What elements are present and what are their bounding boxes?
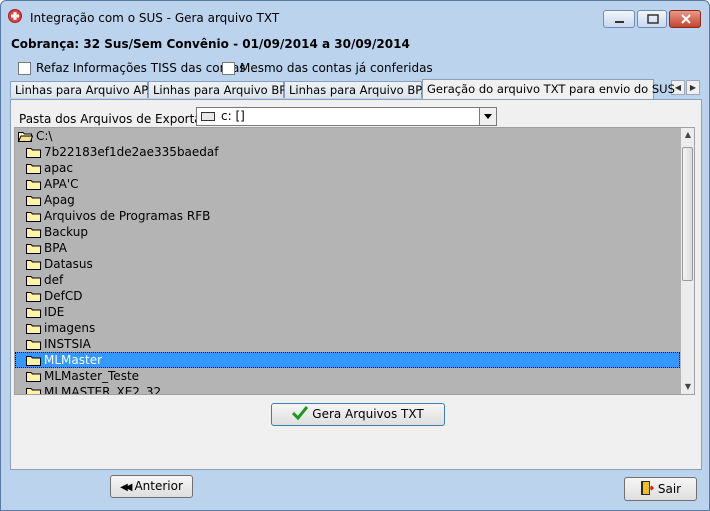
folder-icon <box>26 308 41 318</box>
tree-root-label: C:\ <box>36 129 53 143</box>
anterior-label: Anterior <box>134 479 183 493</box>
scroll-thumb[interactable] <box>682 147 693 281</box>
arrow-right-icon: ▶ <box>689 83 697 92</box>
tree-folder-item[interactable]: APA'C <box>15 176 680 192</box>
folder-icon <box>26 276 41 286</box>
close-button[interactable] <box>669 10 701 28</box>
drive-icon <box>201 112 215 121</box>
folder-icon <box>26 244 41 254</box>
tree-folder-item[interactable]: Arquivos de Programas RFB <box>15 208 680 224</box>
mesmo-contas-checkbox[interactable]: Mesmo das contas já conferidas <box>222 61 433 75</box>
tree-folder-item[interactable]: def <box>15 272 680 288</box>
tree-folder-item[interactable]: imagens <box>15 320 680 336</box>
tree-folder-label: MLMASTER_XE2_32 <box>44 385 162 395</box>
tree-folder-item[interactable]: MLMASTER_XE2_32 <box>15 384 680 395</box>
tab-scroll-right-button[interactable]: ▶ <box>686 80 700 95</box>
tree-folder-item[interactable]: 7b22183ef1de2ae335baedaf <box>15 144 680 160</box>
drive-value: c: [] <box>221 109 245 123</box>
double-left-arrow-icon: ◀◀ <box>120 482 133 493</box>
folder-icon <box>26 164 41 174</box>
folder-icon <box>26 292 41 302</box>
checkbox-label: Mesmo das contas já conferidas <box>240 61 433 75</box>
tab-bpa-c[interactable]: Linhas para Arquivo BPA-C <box>284 81 441 98</box>
scroll-down-icon[interactable]: ▼ <box>681 380 694 394</box>
tab-bpa-i[interactable]: Linhas para Arquivo BPA-I <box>148 81 301 98</box>
tree-root[interactable]: C:\ <box>15 128 680 144</box>
close-icon <box>681 14 691 24</box>
tree-folder-label: Datasus <box>44 257 93 271</box>
minimize-button[interactable] <box>603 10 635 28</box>
folder-icon <box>26 324 41 334</box>
checkbox-box[interactable] <box>222 61 235 75</box>
tree-folder-item[interactable]: MLMaster <box>15 352 680 368</box>
folder-icon <box>26 388 41 394</box>
app-icon <box>8 9 22 23</box>
refaz-tiss-checkbox[interactable]: Refaz Informações TISS das contas <box>18 61 246 75</box>
tree-folder-label: IDE <box>44 305 65 319</box>
tree-folder-item[interactable]: Datasus <box>15 256 680 272</box>
tree-folder-item[interactable]: MLMaster_Teste <box>15 368 680 384</box>
folder-icon <box>26 148 41 158</box>
tree-folder-item[interactable]: BPA <box>15 240 680 256</box>
title-bar[interactable]: Integração com o SUS - Gera arquivo TXT <box>1 1 709 31</box>
folder-icon <box>26 372 41 382</box>
tree-folder-label: Arquivos de Programas RFB <box>44 209 211 223</box>
tree-folder-label: Apag <box>44 193 75 207</box>
maximize-button[interactable] <box>637 10 667 28</box>
folder-icon <box>26 356 41 366</box>
tree-folder-label: APA'C <box>44 177 79 191</box>
tree-folder-item[interactable]: apac <box>15 160 680 176</box>
gera-arquivos-button[interactable]: Gera Arquivos TXT <box>271 403 445 426</box>
tree-folder-item[interactable]: DefCD <box>15 288 680 304</box>
window-title: Integração com o SUS - Gera arquivo TXT <box>30 11 280 25</box>
tree-folder-label: MLMaster_Teste <box>44 369 140 383</box>
chevron-down-icon[interactable] <box>479 108 496 125</box>
folder-tree[interactable]: C:\ 7b22183ef1de2ae335baedaf apac APA'C Apa… <box>14 127 695 395</box>
folder-icon <box>26 212 41 222</box>
tree-folder-label: imagens <box>44 321 96 335</box>
folder-icon <box>26 180 41 190</box>
open-folder-icon <box>18 132 33 142</box>
anterior-button[interactable]: ◀◀ Anterior <box>110 475 193 498</box>
tab-geracao-txt[interactable]: Geração do arquivo TXT para envio do SUS <box>422 79 675 99</box>
cobranca-info: Cobrança: 32 Sus/Sem Convênio - 01/09/20… <box>11 37 410 51</box>
folder-icon <box>26 340 41 350</box>
sair-label: Sair <box>657 482 682 496</box>
vertical-scrollbar[interactable]: ▲ ▼ <box>681 128 694 394</box>
tree-folder-label: def <box>44 273 64 287</box>
checkbox-box[interactable] <box>18 61 31 75</box>
check-icon <box>292 406 309 421</box>
drive-select[interactable]: c: [] <box>196 107 497 126</box>
minimize-icon <box>615 21 624 23</box>
tree-folder-item[interactable]: IDE <box>15 304 680 320</box>
gera-label: Gera Arquivos TXT <box>312 407 424 421</box>
tree-folder-label: apac <box>44 161 73 175</box>
tree-folder-label: 7b22183ef1de2ae335baedaf <box>44 145 219 159</box>
sair-button[interactable]: Sair <box>624 477 697 501</box>
scroll-up-icon[interactable]: ▲ <box>681 128 694 142</box>
exit-door-icon <box>640 481 654 495</box>
tree-folder-label: Backup <box>44 225 88 239</box>
tree-folder-label: DefCD <box>44 289 83 303</box>
folder-icon <box>26 196 41 206</box>
tree-folder-item[interactable]: Apag <box>15 192 680 208</box>
folder-icon <box>26 260 41 270</box>
maximize-icon <box>647 14 659 24</box>
checkbox-label: Refaz Informações TISS das contas <box>36 61 246 75</box>
arrow-left-icon: ◀ <box>674 83 682 92</box>
tab-apac[interactable]: Linhas para Arquivo APAC <box>10 81 163 98</box>
tree-folder-label: INSTSIA <box>44 337 91 351</box>
tree-folder-label: BPA <box>44 241 67 255</box>
folder-icon <box>26 228 41 238</box>
tree-folder-item[interactable]: INSTSIA <box>15 336 680 352</box>
tree-folder-label: MLMaster <box>44 353 103 367</box>
main-window: Integração com o SUS - Gera arquivo TXT … <box>0 0 710 511</box>
tab-strip: Linhas para Arquivo APAC Linhas para Arq… <box>10 79 702 99</box>
tree-folder-item[interactable]: Backup <box>15 224 680 240</box>
